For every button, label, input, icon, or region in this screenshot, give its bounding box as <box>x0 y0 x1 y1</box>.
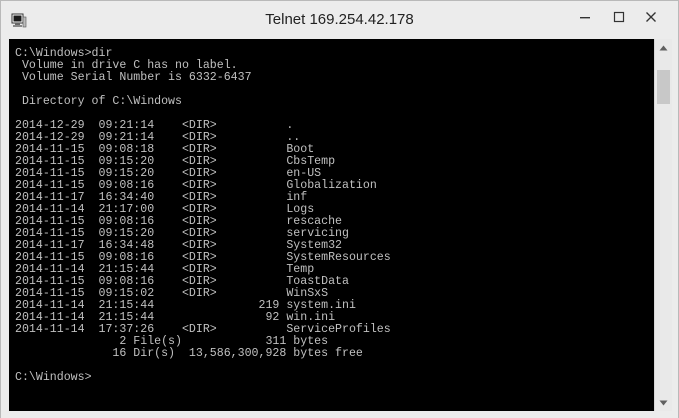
close-icon <box>646 12 656 22</box>
scroll-down-arrow-icon <box>659 400 668 405</box>
console-line: Directory of C:\Windows <box>15 95 182 108</box>
console-line: Volume Serial Number is 6332-6437 <box>15 71 252 84</box>
vertical-scrollbar[interactable] <box>654 39 672 411</box>
window-bottom-border <box>1 411 678 418</box>
console-line: C:\Windows> <box>15 371 92 384</box>
scroll-down-button[interactable] <box>655 394 672 411</box>
close-button[interactable] <box>637 5 665 29</box>
title-bar[interactable]: Telnet 169.254.42.178 <box>1 1 678 39</box>
console-line: 16 Dir(s) 13,586,300,928 bytes free <box>15 347 363 360</box>
telnet-window: Telnet 169.254.42.178 C:\Windows>dir Vol… <box>0 0 679 418</box>
minimize-button[interactable] <box>571 5 599 29</box>
minimize-icon <box>580 17 590 19</box>
scroll-up-button[interactable] <box>655 39 672 56</box>
maximize-button[interactable] <box>605 5 633 29</box>
console-output[interactable]: C:\Windows>dir Volume in drive C has no … <box>9 39 654 411</box>
scroll-up-arrow-icon <box>659 45 668 50</box>
maximize-icon <box>613 11 625 23</box>
scrollbar-thumb[interactable] <box>657 70 670 104</box>
